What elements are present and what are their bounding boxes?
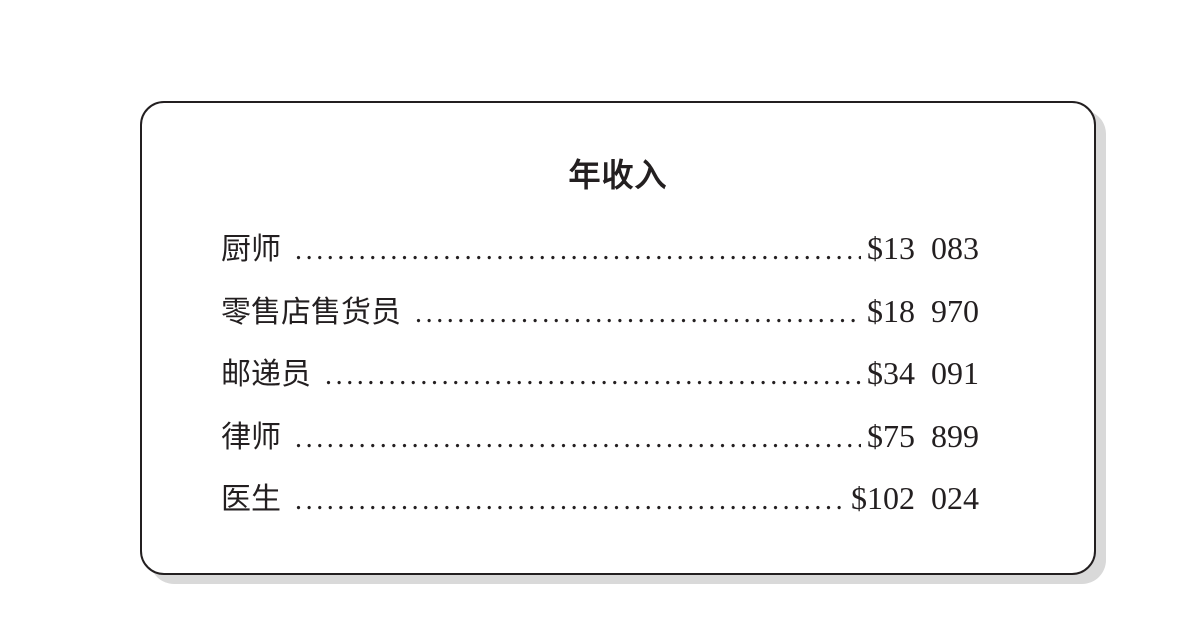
job-label: 厨师 (221, 232, 281, 267)
job-label: 邮递员 (221, 357, 311, 392)
dot-leader: ........................................… (295, 235, 861, 266)
list-item: 零售店售货员 .................................… (221, 289, 979, 352)
dot-leader: ........................................… (415, 297, 861, 329)
salary-value: $18 970 (867, 292, 979, 329)
list-item: 厨师 .....................................… (221, 226, 979, 289)
card-title: 年收入 (568, 156, 668, 194)
job-label: 律师 (221, 419, 281, 455)
job-label: 零售店售货员 (221, 294, 401, 330)
job-label: 医生 (221, 482, 281, 517)
salary-value: $13 083 (867, 230, 979, 266)
list-item: 律师 .....................................… (221, 414, 979, 477)
list-item: 医生 .....................................… (221, 476, 979, 539)
salary-value: $34 091 (867, 355, 979, 391)
dot-leader: ........................................… (295, 485, 845, 516)
income-list: 厨师 .....................................… (221, 226, 979, 539)
income-card: 年收入 厨师 .................................… (140, 101, 1096, 575)
salary-value: $75 899 (867, 417, 979, 454)
list-item: 邮递员 ....................................… (221, 351, 979, 414)
dot-leader: ........................................… (295, 422, 861, 454)
dot-leader: ........................................… (325, 360, 861, 391)
salary-value: $102 024 (851, 480, 979, 516)
